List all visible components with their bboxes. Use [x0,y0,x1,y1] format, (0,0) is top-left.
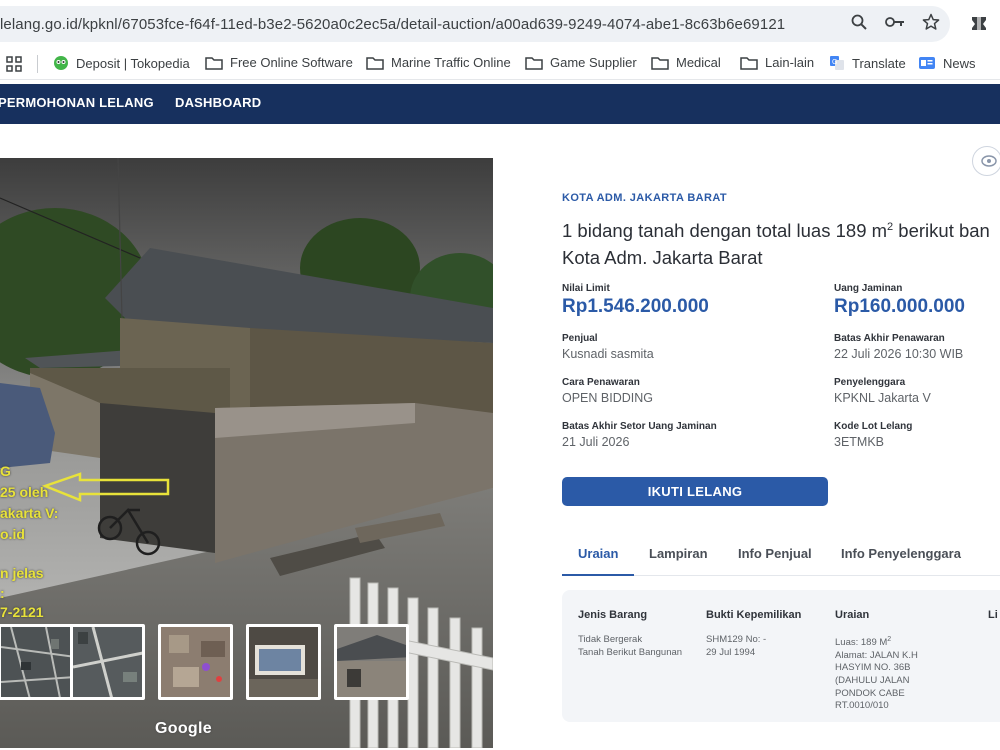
nav-dashboard[interactable]: DASHBOARD [175,95,261,110]
bookmark-medical[interactable]: Medical [651,55,721,70]
star-icon[interactable] [922,13,940,31]
extension-icon[interactable] [970,14,988,37]
value-cara-penawaran: OPEN BIDDING [562,391,653,405]
header-bukti-kepemilikan: Bukti Kepemilikan [706,609,802,621]
bookmark-tokopedia[interactable]: Deposit | Tokopedia [53,55,190,71]
key-icon[interactable] [884,13,906,31]
bookmark-game-supplier[interactable]: Game Supplier [525,55,637,70]
cell-bukti-kepemilikan: SHM129 No: - 29 Jul 1994 [706,634,767,658]
value-penjual: Kusnadi sasmita [562,347,654,361]
watch-button[interactable] [972,146,1000,176]
folder-icon [651,56,669,70]
eye-icon [973,155,1000,175]
header-uraian: Uraian [835,609,870,621]
value-batas-setor-jaminan: 21 Juli 2026 [562,435,630,449]
uraian-superscript: 2 [887,636,892,643]
bookmarks-divider [37,55,38,73]
svg-text:G: G [832,59,837,66]
auction-region: KOTA ADM. JAKARTA BARAT [562,192,728,204]
address-bar-icons [850,13,940,31]
detail-tabs: Uraian Lampiran Info Penjual Info Penyel… [562,536,1000,576]
bookmark-marine-traffic-online[interactable]: Marine Traffic Online [366,55,511,70]
uraian-alamat: Alamat: JALAN K.H HASYIM NO. 36B (DAHULU… [835,649,918,712]
bookmark-translate[interactable]: G Translate [829,55,906,71]
label-penjual: Penjual [562,333,598,344]
bookmark-label: News [943,55,976,71]
label-nilai-limit: Nilai Limit [562,283,610,294]
overlay-line: o.id [0,526,25,542]
photo-thumbnail-map-1[interactable] [0,624,73,700]
bookmark-free-online-software[interactable]: Free Online Software [205,55,353,70]
label-batas-setor-jaminan: Batas Akhir Setor Uang Jaminan [562,421,717,432]
folder-icon [366,56,384,70]
label-kode-lot: Kode Lot Lelang [834,421,913,432]
value-nilai-limit: Rp1.546.200.000 [562,296,709,317]
news-icon [918,55,936,71]
tab-info-penyelenggara[interactable]: Info Penyelenggara [841,546,961,561]
label-cara-penawaran: Cara Penawaran [562,377,640,388]
title-text: 1 bidang tanah dengan total luas 189 m [562,220,888,242]
translate-icon: G [829,55,845,71]
tokopedia-icon [53,55,69,71]
auction-title: 1 bidang tanah dengan total luas 189 m2 … [562,214,1000,271]
photo-thumbnail-map-3[interactable] [158,624,233,700]
cell-uraian: Luas: 189 M2 Alamat: JALAN K.H HASYIM NO… [835,634,918,713]
bookmark-label: Game Supplier [550,55,637,70]
join-auction-button[interactable]: IKUTI LELANG [562,477,828,506]
uraian-table: Jenis Barang Bukti Kepemilikan Uraian Li… [562,590,1000,722]
bookmark-news[interactable]: News [918,55,976,71]
google-watermark: Google [155,720,212,737]
overlay-line: 25 oleh [0,484,49,500]
photo-thumbnail-map-2[interactable] [70,624,145,700]
bookmark-label: Free Online Software [230,55,353,70]
label-uang-jaminan: Uang Jaminan [834,283,903,294]
address-bar[interactable]: lelang.go.id/kpknl/67053fce-f64f-11ed-b3… [0,6,950,42]
bookmark-lain-lain[interactable]: Lain-lain [740,55,814,70]
label-batas-akhir-penawaran: Batas Akhir Penawaran [834,333,945,344]
overlay-line: : [0,585,5,601]
folder-icon [205,56,223,70]
bookmark-label: Marine Traffic Online [391,55,511,70]
folder-icon [525,56,543,70]
tab-info-penjual[interactable]: Info Penjual [738,546,812,561]
title-line-1: 1 bidang tanah dengan total luas 189 m2 … [562,214,1000,244]
apps-grid-icon[interactable] [6,56,22,75]
header-lokasi: Li [988,609,998,621]
overlay-line: 7-2121 [0,604,44,620]
photo-thumbnail-sign[interactable] [246,624,321,700]
url-text[interactable]: lelang.go.id/kpknl/67053fce-f64f-11ed-b3… [0,16,785,33]
value-batas-akhir-penawaran: 22 Juli 2026 10:30 WIB [834,347,964,361]
tab-uraian[interactable]: Uraian [578,546,618,561]
cell-jenis-barang: Tidak Bergerak Tanah Berikut Bangunan [578,634,683,658]
tab-lampiran[interactable]: Lampiran [649,546,708,561]
bookmark-label: Medical [676,55,721,70]
uraian-luas: Luas: 189 M [835,637,888,649]
bookmark-label: Translate [852,55,906,71]
browser-toolbar: lelang.go.id/kpknl/67053fce-f64f-11ed-b3… [0,0,1000,48]
overlay-line: akarta V: [0,505,59,521]
bookmark-label: Deposit | Tokopedia [76,55,190,71]
header-jenis-barang: Jenis Barang [578,609,648,621]
overlay-line: G [0,463,11,479]
zoom-icon[interactable] [850,13,868,31]
value-penyelenggara: KPKNL Jakarta V [834,391,931,405]
photo-thumbnail-house[interactable] [334,624,409,700]
nav-permohonan-lelang[interactable]: PERMOHONAN LELANG [0,95,154,110]
active-tab-indicator [562,574,634,576]
overlay-line: n jelas [0,565,44,581]
title-text: berikut ban [893,220,990,242]
folder-icon [740,56,758,70]
label-penyelenggara: Penyelenggara [834,377,906,388]
value-kode-lot: 3ETMKB [834,435,885,449]
title-line-2: Kota Adm. Jakarta Barat [562,247,763,269]
value-uang-jaminan: Rp160.000.000 [834,296,965,317]
bookmark-label: Lain-lain [765,55,815,70]
bookmarks-bar: Deposit | Tokopedia Free Online Software… [0,48,1000,80]
site-navbar: PERMOHONAN LELANG DASHBOARD [0,84,1000,124]
